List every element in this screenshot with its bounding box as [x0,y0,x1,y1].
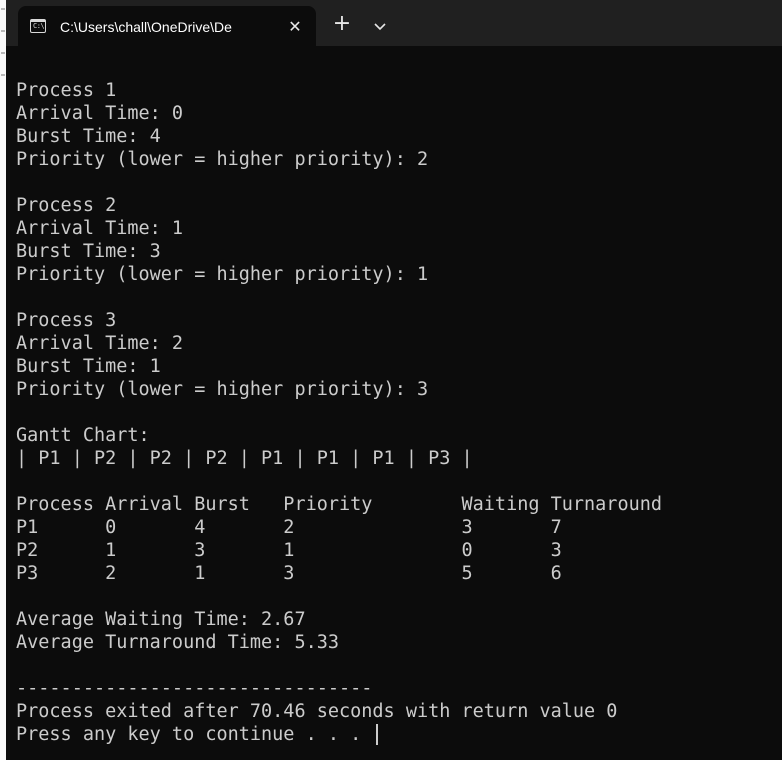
console-line-text: P3 2 1 3 5 6 [16,563,562,584]
console-line-text: Arrival Time: 0 [16,103,184,124]
tab-dropdown-button[interactable] [366,12,394,40]
console-line: P2 1 3 1 0 3 [16,539,776,562]
console-line-text: Burst Time: 4 [16,126,161,147]
background-window-mark [1,30,5,32]
console-line: Gantt Chart: [16,424,776,447]
console-line: P3 2 1 3 5 6 [16,562,776,585]
tab-title: C:\Users\chall\OneDrive\De [60,19,232,35]
console-line: Arrival Time: 2 [16,332,776,355]
console-line-text: Burst Time: 1 [16,356,161,377]
console-line: Arrival Time: 0 [16,102,776,125]
console-line: Process 3 [16,309,776,332]
console-line-text: Process Arrival Burst Priority Waiting T… [16,494,663,515]
console-line-text: Arrival Time: 1 [16,218,184,239]
console-line: Process 1 [16,79,776,102]
console-line-text: P1 0 4 2 3 7 [16,517,562,538]
console-line-text: Priority (lower = higher priority): 3 [16,379,429,400]
console-line: Priority (lower = higher priority): 2 [16,148,776,171]
console-line: | P1 | P2 | P2 | P2 | P1 | P1 | P1 | P3 … [16,447,776,470]
console-line-text: -------------------------------- [16,678,373,699]
console-output[interactable]: Process 1 Arrival Time: 0 Burst Time: 4 Pri… [16,79,776,746]
console-line-text: Arrival Time: 2 [16,333,184,354]
terminal-window[interactable]: C:\ C:\Users\chall\OneDrive\De ✕ + Proce… [6,0,782,760]
command-prompt-icon: C:\ [30,19,46,33]
console-line: Burst Time: 1 [16,355,776,378]
console-line: Process exited after 70.46 seconds with … [16,700,776,723]
console-line-text: P2 1 3 1 0 3 [16,540,562,561]
console-line: Average Waiting Time: 2.67 [16,608,776,631]
console-line: Burst Time: 4 [16,125,776,148]
console-line-text: | P1 | P2 | P2 | P2 | P1 | P1 | P1 | P3 … [16,448,473,469]
console-line: Average Turnaround Time: 5.33 [16,631,776,654]
new-tab-button[interactable]: + [326,10,358,40]
title-bar[interactable]: C:\ C:\Users\chall\OneDrive\De ✕ + [6,0,782,46]
close-tab-icon[interactable]: ✕ [284,16,306,38]
console-line-text: Average Waiting Time: 2.67 [16,609,306,630]
console-line-text: Gantt Chart: [16,425,150,446]
console-line-text: Burst Time: 3 [16,241,161,262]
console-line: Priority (lower = higher priority): 1 [16,263,776,286]
console-line: -------------------------------- [16,677,776,700]
console-line: Process 2 [16,194,776,217]
console-line-text: Process 3 [16,310,117,331]
console-line: Burst Time: 3 [16,240,776,263]
console-line: P1 0 4 2 3 7 [16,516,776,539]
console-line-text: Process 1 [16,80,117,101]
background-window-mark [1,52,5,54]
console-line: Press any key to continue . . . [16,723,776,746]
background-window-mark [1,8,5,10]
console-line-text: Priority (lower = higher priority): 2 [16,149,429,170]
console-line: Process Arrival Burst Priority Waiting T… [16,493,776,516]
console-line-text: Average Turnaround Time: 5.33 [16,632,340,653]
console-line: Priority (lower = higher priority): 3 [16,378,776,401]
console-line-text: Press any key to continue . . . [16,724,373,745]
console-line-text: Process 2 [16,195,117,216]
console-line-text: Priority (lower = higher priority): 1 [16,264,429,285]
chevron-down-icon [374,23,386,31]
text-cursor [376,724,379,745]
console-line: Arrival Time: 1 [16,217,776,240]
command-prompt-icon-text: C:\ [33,22,45,30]
console-line-text: Process exited after 70.46 seconds with … [16,701,618,722]
background-window-mark [1,74,5,76]
terminal-tab[interactable]: C:\ C:\Users\chall\OneDrive\De ✕ [18,6,316,46]
